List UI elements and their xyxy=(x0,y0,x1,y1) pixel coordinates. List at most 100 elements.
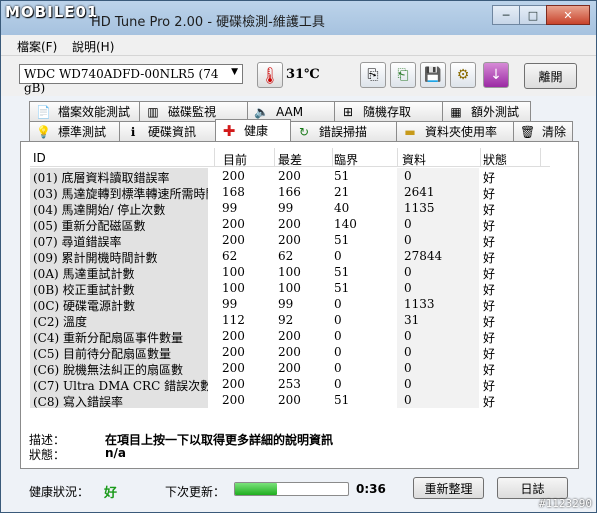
cell-worst: 166 xyxy=(278,185,301,199)
menu-help[interactable]: 說明(H) xyxy=(72,38,114,55)
download-icon: ↓ xyxy=(490,67,502,83)
menu-bar: 檔案(F) 說明(H) xyxy=(1,35,596,56)
tab-extra-tests[interactable]: ▦ 額外測試 xyxy=(442,101,531,121)
menu-file[interactable]: 檔案(F) xyxy=(17,38,57,55)
tab-disk-monitor[interactable]: ▥ 磁碟監視 xyxy=(139,101,248,121)
window-title: HD Tune Pro 2.00 - 硬碟檢測-維護工具 xyxy=(91,15,325,30)
cell-worst: 100 xyxy=(278,281,301,295)
maximize-button[interactable]: □ xyxy=(519,5,547,25)
app-window: MOBILE01 HD Tune Pro 2.00 - 硬碟檢測-維護工具 ─ … xyxy=(0,0,597,513)
description-value: 在項目上按一下以取得更多詳細的說明資訊 xyxy=(105,433,334,447)
copy-icon: ⎘ xyxy=(367,67,379,83)
copy-all-button[interactable]: ⎗ xyxy=(390,62,416,88)
screenshot-button[interactable]: ⚙ xyxy=(450,62,476,88)
tab-error-scan[interactable]: ↻ 錯誤掃描 xyxy=(290,121,397,141)
cell-id: (0A) 馬達重試計數 xyxy=(30,264,208,280)
table-row[interactable]: (C4) 重新分配扇區事件數量 200 200 0 0 好 xyxy=(30,328,550,345)
watermark-id: #1123290 xyxy=(539,497,592,510)
table-row[interactable]: (0C) 硬碟電源計數 99 99 0 1133 好 xyxy=(30,296,550,313)
table-row[interactable]: (0B) 校正重試計數 100 100 51 0 好 xyxy=(30,280,550,297)
table-row[interactable]: (07) 尋道錯誤率 200 200 51 0 好 xyxy=(30,232,550,249)
header-threshold[interactable]: 臨界 xyxy=(334,151,358,168)
table-row[interactable]: (05) 重新分配磁區數 200 200 140 0 好 xyxy=(30,216,550,233)
error-scan-icon: ↻ xyxy=(298,124,310,139)
cell-id: (07) 尋道錯誤率 xyxy=(30,232,208,248)
refresh-button[interactable]: 重新整理 xyxy=(413,477,484,499)
copy-button[interactable]: ⎘ xyxy=(360,62,386,88)
cell-current: 99 xyxy=(222,201,238,215)
health-cross-icon: ✚ xyxy=(222,121,236,140)
cell-threshold: 0 xyxy=(334,329,342,343)
tab-disk-info[interactable]: ℹ 硬碟資訊 xyxy=(119,121,216,141)
cell-worst: 100 xyxy=(278,265,301,279)
tab-erase[interactable]: 🗑 清除 xyxy=(513,121,573,141)
cell-current: 200 xyxy=(222,393,245,407)
drive-select[interactable]: WDC WD740ADFD-00NLR5 (74 gB) ▼ xyxy=(19,64,243,95)
countdown: 0:36 xyxy=(356,482,386,496)
tabs-bottom: 💡 標準測試 ℹ 硬碟資訊 ✚ 健康 ↻ 錯誤掃描 ▬ 資料夾使用率 🗑 清除 xyxy=(29,119,573,141)
cell-id: (03) 馬達旋轉到標準轉速所需時間 xyxy=(30,184,208,200)
table-row[interactable]: (0A) 馬達重試計數 100 100 51 0 好 xyxy=(30,264,550,281)
tab-random-access[interactable]: ⊞ 隨機存取 xyxy=(334,101,443,121)
cell-current: 62 xyxy=(222,249,238,263)
header-worst[interactable]: 最差 xyxy=(278,151,302,168)
cell-worst: 200 xyxy=(278,345,301,359)
cell-threshold: 51 xyxy=(334,265,350,279)
tab-file-benchmark[interactable]: 📄 檔案效能測試 xyxy=(29,101,140,121)
cell-current: 100 xyxy=(222,281,245,295)
cell-current: 200 xyxy=(222,169,245,183)
table-row[interactable]: (03) 馬達旋轉到標準轉速所需時間 168 166 21 2641 好 xyxy=(30,184,550,201)
table-row[interactable]: (C7) Ultra DMA CRC 錯誤次數 200 253 0 0 好 xyxy=(30,376,550,393)
cell-current: 200 xyxy=(222,217,245,231)
cell-data: 0 xyxy=(404,233,412,247)
status-bar: 健康狀況： 好 下次更新： 0:36 重新整理 日誌 xyxy=(1,471,596,512)
disk-monitor-icon: ▥ xyxy=(147,104,159,119)
table-row[interactable]: (C2) 溫度 112 92 0 31 好 xyxy=(30,312,550,329)
download-button[interactable]: ↓ xyxy=(483,62,509,88)
header-id[interactable]: ID xyxy=(33,151,46,165)
cell-threshold: 51 xyxy=(334,169,350,183)
minimize-button[interactable]: ─ xyxy=(492,5,520,25)
tab-folder-usage[interactable]: ▬ 資料夾使用率 xyxy=(396,121,514,141)
table-row[interactable]: (04) 馬達開始/ 停止次數 99 99 40 1135 好 xyxy=(30,200,550,217)
cell-id: (0C) 硬碟電源計數 xyxy=(30,296,208,312)
cell-threshold: 0 xyxy=(334,313,342,327)
cell-current: 200 xyxy=(222,345,245,359)
exit-button[interactable]: 離開 xyxy=(524,63,577,89)
table-row[interactable]: (01) 底層資料讀取錯誤率 200 200 51 0 好 xyxy=(30,168,550,185)
save-button[interactable]: 💾 xyxy=(420,62,446,88)
toolbar: WDC WD740ADFD-00NLR5 (74 gB) ▼ 🌡 31℃ ⎘ ⎗… xyxy=(1,56,596,96)
table-row[interactable]: (C6) 脫機無法糾正的扇區數 200 200 0 0 好 xyxy=(30,360,550,377)
cell-threshold: 51 xyxy=(334,233,350,247)
save-icon: 💾 xyxy=(424,67,442,83)
cell-threshold: 0 xyxy=(334,377,342,391)
cell-current: 200 xyxy=(222,377,245,391)
chevron-down-icon: ▼ xyxy=(231,67,238,77)
cell-threshold: 21 xyxy=(334,185,350,199)
header-data[interactable]: 資料 xyxy=(402,151,426,168)
log-button[interactable]: 日誌 xyxy=(497,477,568,499)
tab-benchmark[interactable]: 💡 標準測試 xyxy=(29,121,120,141)
cell-id: (C2) 溫度 xyxy=(30,312,208,328)
table-row[interactable]: (09) 累計開機時間計數 62 62 0 27844 好 xyxy=(30,248,550,265)
cell-data: 0 xyxy=(404,169,412,183)
cell-threshold: 140 xyxy=(334,217,357,231)
tab-health[interactable]: ✚ 健康 xyxy=(215,119,291,141)
cell-threshold: 40 xyxy=(334,201,350,215)
cell-worst: 92 xyxy=(278,313,294,327)
cell-worst: 99 xyxy=(278,201,294,215)
close-button[interactable]: ✕ xyxy=(546,5,590,25)
status-value: n/a xyxy=(105,446,127,460)
status-label: 狀態： xyxy=(29,448,66,462)
header-status[interactable]: 狀態 xyxy=(483,151,507,168)
tab-aam[interactable]: 🔈 AAM xyxy=(247,101,335,121)
table-row[interactable]: (C5) 目前待分配扇區數量 200 200 0 0 好 xyxy=(30,344,550,361)
cell-worst: 99 xyxy=(278,297,294,311)
cell-id: (09) 累計開機時間計數 xyxy=(30,248,208,264)
cell-id: (01) 底層資料讀取錯誤率 xyxy=(30,168,208,184)
cell-threshold: 0 xyxy=(334,345,342,359)
header-current[interactable]: 目前 xyxy=(223,151,247,168)
table-row[interactable]: (C8) 寫入錯誤率 200 200 51 0 好 xyxy=(30,392,550,409)
title-bar[interactable]: MOBILE01 HD Tune Pro 2.00 - 硬碟檢測-維護工具 ─ … xyxy=(1,1,596,35)
cell-data: 27844 xyxy=(404,249,443,263)
